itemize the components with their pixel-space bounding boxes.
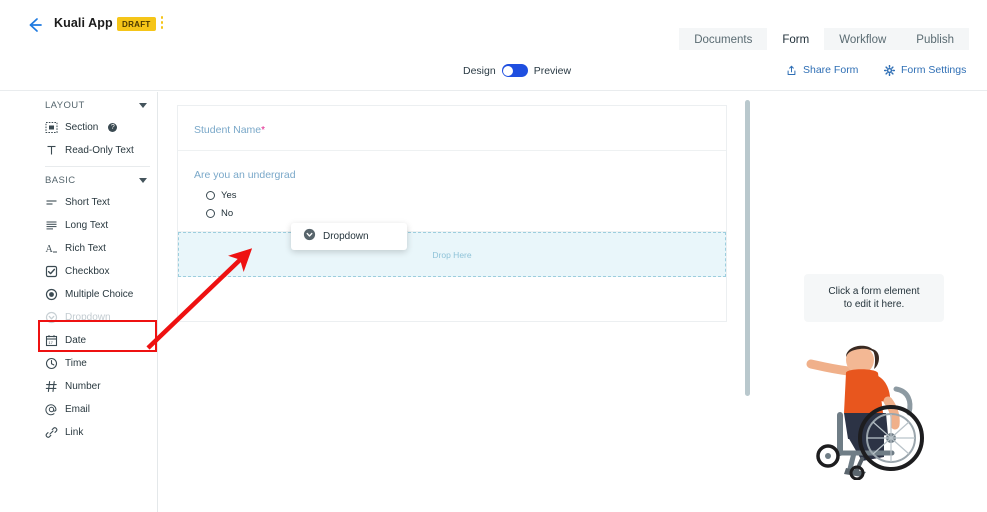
palette-item-number-label: Number: [65, 381, 101, 392]
palette-item-link-label: Link: [65, 427, 84, 438]
primary-tabs: Documents Form Workflow Publish: [679, 28, 969, 52]
palette-item-date[interactable]: 17 Date: [38, 329, 157, 352]
tab-publish[interactable]: Publish: [901, 28, 969, 52]
at-icon: [45, 403, 58, 416]
design-preview-toggle-group: Design Preview: [463, 64, 571, 77]
person-in-wheelchair-illustration: [788, 335, 938, 481]
chevron-down-icon[interactable]: [139, 178, 147, 183]
calendar-icon: 17: [45, 334, 58, 347]
palette-item-section-label: Section: [65, 122, 99, 133]
palette-group-basic-header[interactable]: BASIC: [38, 167, 157, 191]
text-cursor-icon: [45, 144, 58, 157]
form-builder-app: Kuali App DRAFT Documents Form Workflow …: [0, 0, 987, 512]
top-header: Kuali App DRAFT Documents Form Workflow …: [0, 0, 987, 52]
design-preview-toggle[interactable]: [501, 64, 528, 77]
palette-item-long-text-label: Long Text: [65, 220, 109, 231]
palette-item-number[interactable]: Number: [38, 375, 157, 398]
palette-item-read-only-text[interactable]: Read-Only Text: [38, 139, 157, 162]
dropdown-circle-icon: [303, 228, 316, 246]
palette-item-rich-text-label: Rich Text: [65, 243, 106, 254]
hint-line-1: Click a form element: [828, 286, 920, 297]
app-title: Kuali App: [54, 16, 113, 30]
palette-item-dropdown[interactable]: Dropdown: [38, 306, 157, 329]
palette-item-email[interactable]: Email: [38, 398, 157, 421]
short-text-icon: [45, 196, 58, 209]
svg-text:A: A: [46, 244, 54, 255]
share-form-label: Share Form: [803, 64, 859, 76]
clock-icon: [45, 357, 58, 370]
drag-ghost-dropdown[interactable]: Dropdown: [291, 223, 407, 250]
palette-item-time-label: Time: [65, 358, 87, 369]
palette-item-short-text-label: Short Text: [65, 197, 110, 208]
tab-documents[interactable]: Documents: [679, 28, 768, 52]
radio-option-label: Yes: [221, 190, 237, 201]
form-dropzone[interactable]: Drop Here: [178, 232, 726, 277]
required-marker: *: [261, 125, 266, 136]
empty-state-hint: Click a form element to edit it here.: [804, 274, 944, 322]
palette-group-basic-label: BASIC: [45, 175, 76, 186]
dropzone-label: Drop Here: [432, 249, 472, 260]
hash-icon: [45, 380, 58, 393]
svg-text:17: 17: [48, 340, 53, 345]
preview-label: Preview: [533, 64, 572, 77]
chevron-down-icon[interactable]: [139, 103, 147, 108]
share-form-button[interactable]: Share Form: [786, 64, 858, 76]
properties-panel: Click a form element to edit it here.: [760, 92, 987, 512]
section-icon: [45, 121, 58, 134]
palette-item-link[interactable]: Link: [38, 421, 157, 444]
long-text-icon: [45, 219, 58, 232]
palette-item-multiple-choice-label: Multiple Choice: [65, 289, 134, 300]
palette-item-multiple-choice[interactable]: Multiple Choice: [38, 283, 157, 306]
design-label: Design: [463, 64, 496, 77]
hint-line-2: to edit it here.: [843, 299, 905, 310]
palette-group-layout-label: LAYOUT: [45, 100, 85, 111]
palette-item-rich-text[interactable]: A Rich Text: [38, 237, 157, 260]
palette-item-email-label: Email: [65, 404, 91, 415]
form-canvas: Student Name* Are you an undergrad Yes N…: [158, 92, 753, 512]
form-settings-button[interactable]: Form Settings: [883, 64, 967, 76]
form-preview-card: Student Name* Are you an undergrad Yes N…: [177, 105, 727, 322]
tab-workflow[interactable]: Workflow: [824, 28, 902, 52]
palette-item-long-text[interactable]: Long Text: [38, 214, 157, 237]
toggle-knob: [503, 65, 514, 76]
form-field-undergrad[interactable]: Are you an undergrad Yes No: [178, 151, 726, 232]
form-field-student-name[interactable]: Student Name*: [178, 106, 726, 151]
help-icon[interactable]: ?: [108, 123, 118, 132]
radio-option-yes[interactable]: Yes: [206, 190, 710, 201]
palette-item-checkbox[interactable]: Checkbox: [38, 260, 157, 283]
palette-item-read-only-text-label: Read-Only Text: [65, 145, 134, 156]
palette-item-date-label: Date: [65, 335, 87, 346]
kebab-menu-icon[interactable]: [157, 16, 167, 32]
radio-option-no[interactable]: No: [206, 208, 710, 219]
palette-item-time[interactable]: Time: [38, 352, 157, 375]
form-settings-label: Form Settings: [901, 64, 967, 76]
palette-item-dropdown-label: Dropdown: [65, 312, 111, 323]
radio-icon: [45, 288, 58, 301]
drag-ghost-label: Dropdown: [323, 231, 369, 242]
radio-option-label: No: [221, 208, 234, 219]
element-palette: LAYOUT Section ? Read-Only Text BASIC Sh…: [38, 92, 158, 512]
radio-icon[interactable]: [206, 209, 215, 218]
link-icon: [45, 426, 58, 439]
palette-item-section[interactable]: Section ?: [38, 116, 157, 139]
radio-icon[interactable]: [206, 191, 215, 200]
share-upload-icon: [786, 65, 797, 76]
form-toolbar: Design Preview Share Form Form Settings: [0, 50, 987, 91]
form-field-label: Student Name: [194, 124, 262, 136]
palette-item-checkbox-label: Checkbox: [65, 266, 110, 277]
form-card-empty-area: [178, 277, 726, 317]
tab-form[interactable]: Form: [767, 28, 825, 52]
dropdown-icon: [45, 311, 58, 324]
palette-group-layout-header[interactable]: LAYOUT: [38, 92, 157, 116]
status-badge: DRAFT: [117, 17, 156, 31]
palette-item-short-text[interactable]: Short Text: [38, 191, 157, 214]
checkbox-icon: [45, 265, 58, 278]
rich-text-icon: A: [45, 242, 58, 255]
canvas-scrollbar[interactable]: [745, 100, 750, 396]
gear-icon: [883, 64, 896, 76]
back-arrow-icon[interactable]: [26, 16, 44, 34]
form-field-label: Are you an undergrad: [194, 169, 296, 181]
